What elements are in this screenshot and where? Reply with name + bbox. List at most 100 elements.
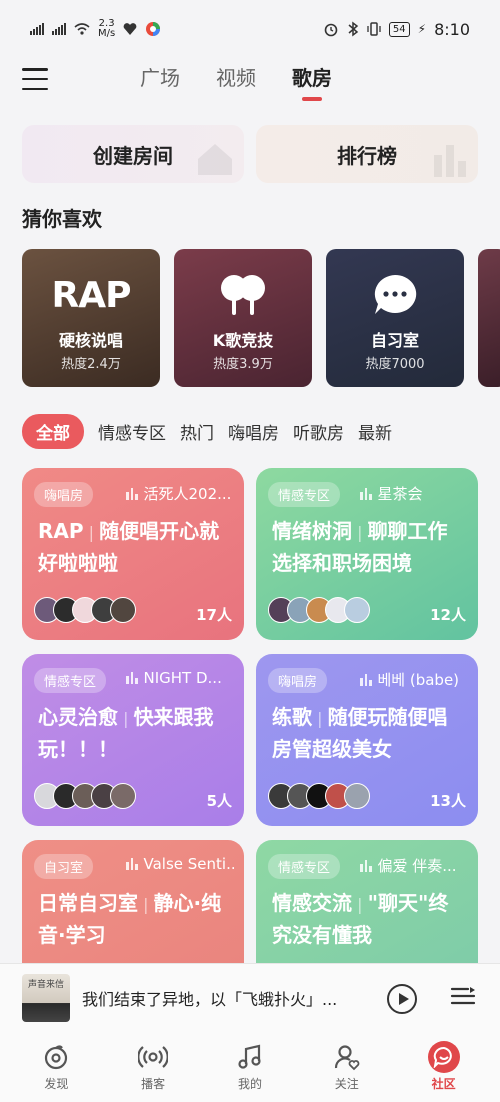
audio-bars-icon [360,487,372,500]
house-icon [198,144,232,175]
album-cover[interactable]: 声音来信 [22,974,70,1022]
guess-section-title: 猜你喜欢 [22,207,102,231]
nav-follow[interactable]: 关注 [307,1031,387,1102]
mini-player[interactable]: 声音来信 我们结束了异地，以「飞蛾扑火」... [0,963,500,1031]
room-tag: 情感专区 [268,854,341,879]
avatar [110,597,136,623]
nav-label: 我的 [237,1077,262,1091]
nav-label: 播客 [141,1077,166,1091]
room-host: Valse Senti... [143,855,235,873]
room-card[interactable]: 情感专区 星茶会 情绪树洞 | 聊聊工作选择和职场困境 12人 [256,468,478,640]
now-playing-title[interactable]: 我们结束了异地，以「飞蛾扑火」... [82,986,378,1010]
filter-newest[interactable]: 最新 [358,419,392,444]
filter-hot[interactable]: 热门 [180,419,214,444]
music-note-icon [238,1044,261,1069]
nav-community[interactable]: 社区 [404,1031,484,1102]
heart-shield-icon [123,23,137,35]
room-card[interactable]: 嗨唱房 活死人202... RAP | 随便唱开心就好啦啦啦 17人 [22,468,244,640]
play-icon[interactable] [387,984,417,1014]
room-card[interactable]: 情感专区 偏爱 伴奏... 情感交流 | "聊天"终究没有懂我 [256,840,478,963]
room-member-count: 12人 [430,606,466,624]
filter-sing[interactable]: 嗨唱房 [228,419,279,444]
wifi-icon [74,23,90,35]
audio-bars-icon [126,487,138,500]
signal-icon [52,23,66,35]
guess-card-heat: 热度7000 [365,357,425,372]
bluetooth-icon [348,21,359,37]
room-filter-chips: 全部 情感专区 热门 嗨唱房 听歌房 最新 [22,413,500,449]
alarm-icon [324,23,338,37]
create-room-button[interactable]: 创建房间 [22,125,244,183]
room-host: NIGHT D... [143,669,222,687]
action-row: 创建房间 排行榜 [22,125,478,183]
room-host: 베베 (babe) [377,671,460,689]
nav-mine[interactable]: 我的 [210,1031,290,1102]
chat-bubble-icon [374,274,417,314]
status-right: 54 ⚡ 8:10 [323,20,470,39]
playlist-icon[interactable] [450,986,476,1010]
room-tag: 自习室 [34,854,94,879]
guess-card-karaoke[interactable]: K歌竞技 热度3.9万 [174,249,312,387]
audio-bars-icon [126,858,138,870]
guess-card-study-room[interactable]: 自习室 热度7000 [326,249,464,387]
tab-song-room[interactable]: 歌房 [292,62,332,101]
top-tabs: 广场 视频 歌房 [140,62,332,101]
guess-card-partial[interactable] [478,249,500,387]
guess-card-name: K歌竞技 [212,331,274,350]
room-host: 活死人202... [143,485,232,503]
room-card[interactable]: 自习室 Valse Senti... 日常自习室 | 静心·纯音·学习 [22,840,244,963]
filter-listen[interactable]: 听歌房 [293,419,344,444]
bottom-nav: 发现 播客 我的 关注 社区 [0,1031,500,1102]
audio-bars-icon [126,672,138,684]
room-title: 练歌 | 随便玩随便唱房管超级美女 [272,705,448,761]
leaderboard-button[interactable]: 排行榜 [256,125,478,183]
room-host: 偏爱 伴奏... [377,857,457,875]
guess-card-name: 自习室 [370,331,419,350]
avatar [110,783,136,809]
tab-video[interactable]: 视频 [216,62,256,91]
filter-emotion[interactable]: 情感专区 [98,419,166,444]
nav-label: 关注 [334,1077,359,1091]
vibrate-icon [367,22,381,36]
nav-podcast[interactable]: 播客 [113,1031,193,1102]
avatar [344,597,370,623]
room-member-count: 13人 [430,792,466,810]
guess-card-row: RAP 硬核说唱 热度2.4万 K歌竞技 热度3.9万 自习室 热度7000 [22,249,500,387]
guess-card-heat: 热度3.9万 [213,357,273,372]
clock-time: 8:10 [434,19,470,39]
room-tag: 嗨唱房 [268,668,328,693]
filter-all[interactable]: 全部 [22,413,84,449]
guess-card-heat: 热度2.4万 [61,357,121,372]
room-tag: 情感专区 [268,482,341,507]
hd-signal-icon [30,23,44,35]
battery-level: 54 [388,21,410,37]
tab-square[interactable]: 广场 [140,62,180,91]
nav-discover[interactable]: 发现 [16,1031,96,1102]
room-title: RAP | 随便唱开心就好啦啦啦 [38,519,220,575]
room-title: 心灵治愈 | 快来跟我玩！！！ [38,705,214,761]
room-card[interactable]: 情感专区 NIGHT D... 心灵治愈 | 快来跟我玩！！！ 5人 [22,654,244,826]
charging-icon: ⚡ [417,22,427,36]
room-avatars [268,597,370,623]
room-grid: 嗨唱房 活死人202... RAP | 随便唱开心就好啦啦啦 17人 情感专区 … [22,468,478,963]
follow-icon [334,1045,360,1071]
podcast-icon [138,1046,169,1068]
nav-label: 社区 [431,1077,456,1091]
microphone-duet-icon [221,275,265,315]
room-avatars [34,783,136,809]
app-header: 广场 视频 歌房 [0,58,500,102]
community-icon [433,1046,452,1068]
app-notification-icon [146,22,161,36]
room-member-count: 5人 [206,792,232,810]
audio-bars-icon [360,859,372,872]
menu-icon[interactable] [22,68,48,90]
room-title: 情绪树洞 | 聊聊工作选择和职场困境 [272,519,448,575]
nav-label: 发现 [44,1077,69,1091]
room-member-count: 17人 [196,606,232,624]
bar-chart-icon [434,145,466,177]
room-tag: 嗨唱房 [34,482,94,507]
room-card[interactable]: 嗨唱房 베베 (babe) 练歌 | 随便玩随便唱房管超级美女 13人 [256,654,478,826]
leaderboard-label: 排行榜 [337,143,397,168]
room-avatars [268,783,370,809]
guess-card-rap[interactable]: RAP 硬核说唱 热度2.4万 [22,249,160,387]
